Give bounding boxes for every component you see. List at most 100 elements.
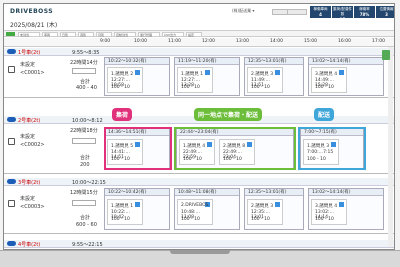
total-value: 200 bbox=[80, 162, 90, 168]
delivery-highlight bbox=[298, 127, 366, 170]
vehicle-hours: 9:55〜22:15 bbox=[72, 242, 103, 248]
delivery-slot[interactable]: 10:22〜10:42(有) 1.諸問見 1 10:22:…10:42 100 … bbox=[104, 188, 170, 230]
delivery-slot[interactable]: 11:19〜11:20(有) 1.諸問見 1 12:27:…13:28 100 … bbox=[174, 57, 240, 96]
vertical-scrollbar[interactable] bbox=[388, 47, 393, 247]
stop-card[interactable]: 2.DRIVEBOS 10:48:…11:08 100 - 10 bbox=[177, 199, 213, 225]
total-value: 600 - 60 bbox=[76, 222, 97, 228]
toolbar-button[interactable]: 自動割当 bbox=[114, 32, 136, 37]
toolbar-button[interactable]: 日別 bbox=[60, 32, 76, 37]
mode-tab[interactable] bbox=[6, 32, 15, 36]
same-place-highlight bbox=[174, 127, 296, 170]
kpi-tile: 位置情報 3 bbox=[376, 6, 394, 18]
time-tick: 9:00 bbox=[100, 39, 111, 44]
delivery-callout: 配送 bbox=[314, 108, 335, 121]
stop-card[interactable]: 1.諸問見 1 10:22:…10:42 100 - 10 bbox=[107, 199, 143, 225]
vehicle-row-header: 1号車(2t) 9:55〜8:35 bbox=[4, 48, 394, 56]
cost-input[interactable] bbox=[72, 138, 96, 144]
time-tick: 10:00 bbox=[134, 39, 147, 44]
total-value: 400 - 40 bbox=[76, 85, 97, 91]
lock-icon[interactable] bbox=[8, 138, 15, 145]
vehicle-row: 未設定 <C0001> 22時間14分 合計 400 - 40 10:22〜10… bbox=[4, 56, 394, 98]
stop-name: 1.諸問見 1 bbox=[181, 72, 204, 77]
current-date[interactable]: 2025/08/21 (木) bbox=[10, 20, 57, 29]
time-tick: 14:00 bbox=[270, 39, 283, 44]
vehicle-toggle[interactable] bbox=[7, 117, 16, 122]
stop-card[interactable]: 3.諸問見 4 13:02:…14:14 100 - 10 bbox=[311, 199, 347, 225]
status-icon bbox=[275, 70, 280, 75]
slot-time: 13:02〜14:14(有) bbox=[309, 58, 383, 65]
time-tick: 12:00 bbox=[202, 39, 215, 44]
total-label: 合計 bbox=[80, 155, 91, 161]
vehicle-toggle[interactable] bbox=[7, 49, 16, 54]
status-icon bbox=[339, 202, 344, 207]
slot-time: 12:35〜13:01(有) bbox=[245, 58, 303, 65]
status-icon bbox=[339, 70, 344, 75]
vehicle-name[interactable]: 4号車(2t) bbox=[18, 241, 40, 248]
delivery-slot[interactable]: 13:02〜14:14(有) 3.諸問見 4 14:49:…15:28 100 … bbox=[308, 57, 384, 96]
stop-card[interactable]: 2.諸問見 3 11:49:…11:51 100 - 10 bbox=[247, 67, 283, 93]
app-logo: DRIVEBOSS bbox=[10, 8, 54, 15]
status-icon bbox=[135, 202, 140, 207]
time-tick: 11:00 bbox=[168, 39, 181, 44]
time-tick: 16:00 bbox=[338, 39, 351, 44]
vehicle-name[interactable]: 2号車(2t) bbox=[18, 117, 40, 124]
slot-time: 12:35〜13:01(有) bbox=[245, 189, 303, 196]
status-icon bbox=[205, 70, 210, 75]
lock-icon[interactable] bbox=[8, 200, 15, 207]
slot-time: 13:02〜14:14(有) bbox=[309, 189, 383, 196]
route-duration: 22時間14分 bbox=[70, 60, 98, 66]
side-panel-tab[interactable] bbox=[382, 50, 390, 60]
header-button[interactable] bbox=[287, 9, 307, 15]
route-duration: 22時間18分 bbox=[70, 128, 98, 134]
cost-input[interactable] bbox=[72, 68, 96, 74]
delivery-slot[interactable]: 12:35〜13:01(有) 2.諸問見 3 11:49:…11:51 100 … bbox=[244, 57, 304, 96]
toolbar-button[interactable]: 運行管理 bbox=[138, 32, 160, 37]
lock-icon[interactable] bbox=[8, 66, 15, 73]
driver-status: 未設定 bbox=[20, 134, 36, 140]
stop-card[interactable]: 1.諸問見 2 12:27:…10:58 100 - 10 bbox=[107, 67, 143, 93]
delivery-slot[interactable]: 12:35〜13:01(有) 2.諸問見 3 12:35:…13:01 100 … bbox=[244, 188, 304, 230]
stop-name: 3.諸問見 4 bbox=[315, 72, 338, 77]
toolbar-button[interactable]: 車両 bbox=[42, 32, 58, 37]
vehicle-toggle[interactable] bbox=[7, 241, 16, 246]
toolbar-button[interactable]: 月別 bbox=[96, 32, 112, 37]
driver-code: <C0003> bbox=[20, 204, 45, 210]
vehicle-row-header: 4号車(2t) 9:55〜22:15 bbox=[4, 240, 394, 248]
toolbar-button[interactable]: CSV出力 bbox=[162, 32, 184, 37]
toolbar-button[interactable]: 週別 bbox=[78, 32, 94, 37]
app-screen: DRIVEBOSS 2025/08/21 (木) (株)配送業 ▾ 稼働車両 4 … bbox=[3, 3, 395, 250]
slot-time: 10:22〜10:42(有) bbox=[105, 189, 169, 196]
vehicle-toggle[interactable] bbox=[7, 179, 16, 184]
route-duration: 12時間15分 bbox=[70, 190, 98, 196]
toolbar: 未割当 車両 日別 週別 月別 自動割当 運行管理 CSV出力 設定 bbox=[4, 30, 394, 37]
driver-code: <C0001> bbox=[20, 70, 45, 76]
stop-qty: 100 - 10 bbox=[181, 217, 200, 222]
stop-card[interactable]: 3.諸問見 4 14:49:…15:28 100 - 10 bbox=[311, 67, 347, 93]
stop-name: 1.諸問見 1 bbox=[111, 204, 134, 209]
stop-card[interactable]: 2.諸問見 3 12:35:…13:01 100 - 10 bbox=[247, 199, 283, 225]
stop-name: 2.DRIVEBOS bbox=[181, 203, 209, 208]
delivery-slot[interactable]: 13:02〜14:14(有) 3.諸問見 4 13:02:…14:14 100 … bbox=[308, 188, 384, 230]
stop-qty: 100 - 10 bbox=[251, 217, 270, 222]
kpi-tile: 稼働率 78% bbox=[354, 6, 375, 18]
delivery-slot[interactable]: 10:48〜11:08(有) 2.DRIVEBOS 10:48:…11:08 1… bbox=[174, 188, 240, 230]
cost-input[interactable] bbox=[72, 200, 96, 206]
stop-qty: 100 - 10 bbox=[181, 85, 200, 90]
stop-qty: 100 - 10 bbox=[315, 85, 334, 90]
total-label: 合計 bbox=[80, 215, 91, 221]
delivery-slot[interactable]: 10:22〜10:32(有) 1.諸問見 2 12:27:…10:58 100 … bbox=[104, 57, 170, 96]
vehicle-name[interactable]: 1号車(2t) bbox=[18, 49, 40, 56]
status-icon bbox=[135, 70, 140, 75]
stop-qty: 100 - 10 bbox=[111, 217, 130, 222]
company-selector[interactable]: (株)配送業 ▾ bbox=[232, 8, 254, 14]
toolbar-button[interactable]: 未割当 bbox=[18, 32, 40, 37]
toolbar-button[interactable]: 設定 bbox=[186, 32, 202, 37]
laptop-frame: DRIVEBOSS 2025/08/21 (木) (株)配送業 ▾ 稼働車両 4 … bbox=[0, 0, 400, 267]
vehicle-row: 未設定 <C0003> 12時間15分 合計 600 - 60 10:22〜10… bbox=[4, 186, 394, 234]
stop-card[interactable]: 1.諸問見 1 12:27:…13:28 100 - 10 bbox=[177, 67, 213, 93]
time-tick: 13:00 bbox=[236, 39, 249, 44]
stop-name: 1.諸問見 2 bbox=[111, 72, 134, 77]
vehicle-name[interactable]: 3号車(2t) bbox=[18, 179, 40, 186]
time-tick: 15:00 bbox=[304, 39, 317, 44]
slot-time: 10:48〜11:08(有) bbox=[175, 189, 239, 196]
